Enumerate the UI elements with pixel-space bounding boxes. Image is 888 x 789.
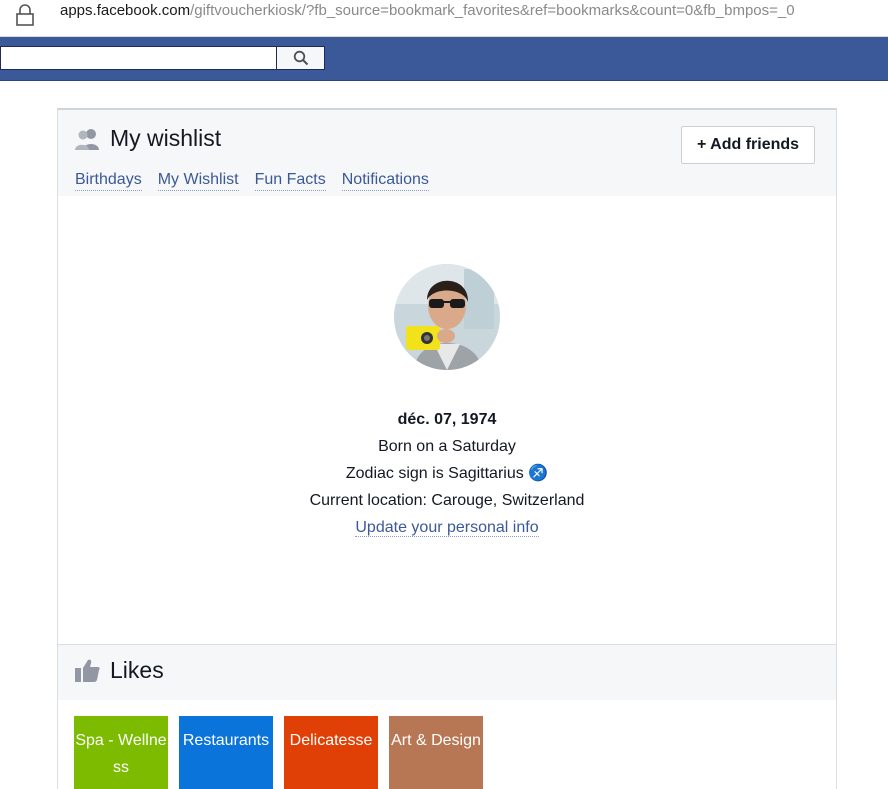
search-input[interactable] [0, 46, 276, 70]
zodiac-label: Zodiac sign is Sagittarius [345, 465, 524, 482]
add-friends-button[interactable]: + Add friends [681, 126, 815, 164]
likes-tiles: Spa - Wellness Restaurants Delicatesse A… [74, 716, 483, 789]
tab-notifications[interactable]: Notifications [341, 171, 429, 191]
profile-info: déc. 07, 1974 Born on a Saturday Zodiac … [58, 406, 836, 541]
wishlist-card: My wishlist + Add friends Birthdays My W… [57, 108, 837, 789]
facebook-top-bar [0, 37, 888, 81]
tab-fun-facts[interactable]: Fun Facts [254, 171, 326, 191]
tile-art-design[interactable]: Art & Design [389, 716, 483, 789]
birthday-date: déc. 07, 1974 [397, 411, 497, 428]
tile-delicatesse[interactable]: Delicatesse [284, 716, 378, 789]
tab-my-wishlist[interactable]: My Wishlist [157, 171, 239, 191]
profile-section: déc. 07, 1974 Born on a Saturday Zodiac … [58, 196, 836, 644]
url-path: /giftvoucherkiosk/?fb_source=bookmark_fa… [190, 2, 795, 19]
lock-icon [16, 4, 34, 26]
born-on-text: Born on a Saturday [378, 438, 516, 455]
update-info-link[interactable]: Update your personal info [355, 519, 539, 537]
wishlist-header: My wishlist + Add friends Birthdays My W… [58, 110, 836, 196]
thumbs-up-icon [75, 659, 100, 682]
location-text: Current location: Carouge, Switzerland [309, 492, 585, 509]
url-text[interactable]: apps.facebook.com/giftvoucherkiosk/?fb_s… [60, 2, 880, 19]
tile-restaurants[interactable]: Restaurants [179, 716, 273, 789]
search-button[interactable] [276, 46, 325, 70]
avatar [394, 264, 500, 370]
sagittarius-icon: ♐ [528, 465, 549, 482]
likes-title: Likes [110, 657, 164, 683]
tab-bar: Birthdays My Wishlist Fun Facts Notifica… [75, 171, 429, 191]
url-host: apps.facebook.com [60, 2, 191, 19]
tile-spa-wellness[interactable]: Spa - Wellness [74, 716, 168, 789]
search-icon [293, 50, 308, 66]
friends-icon [75, 129, 99, 150]
page-title: My wishlist [110, 125, 222, 151]
avatar-photo [394, 264, 500, 370]
likes-header: Likes [58, 644, 836, 700]
tab-birthdays[interactable]: Birthdays [75, 171, 142, 191]
address-bar[interactable]: apps.facebook.com/giftvoucherkiosk/?fb_s… [0, 0, 888, 37]
zodiac-text: Zodiac sign is Sagittarius ♐ [58, 460, 836, 487]
